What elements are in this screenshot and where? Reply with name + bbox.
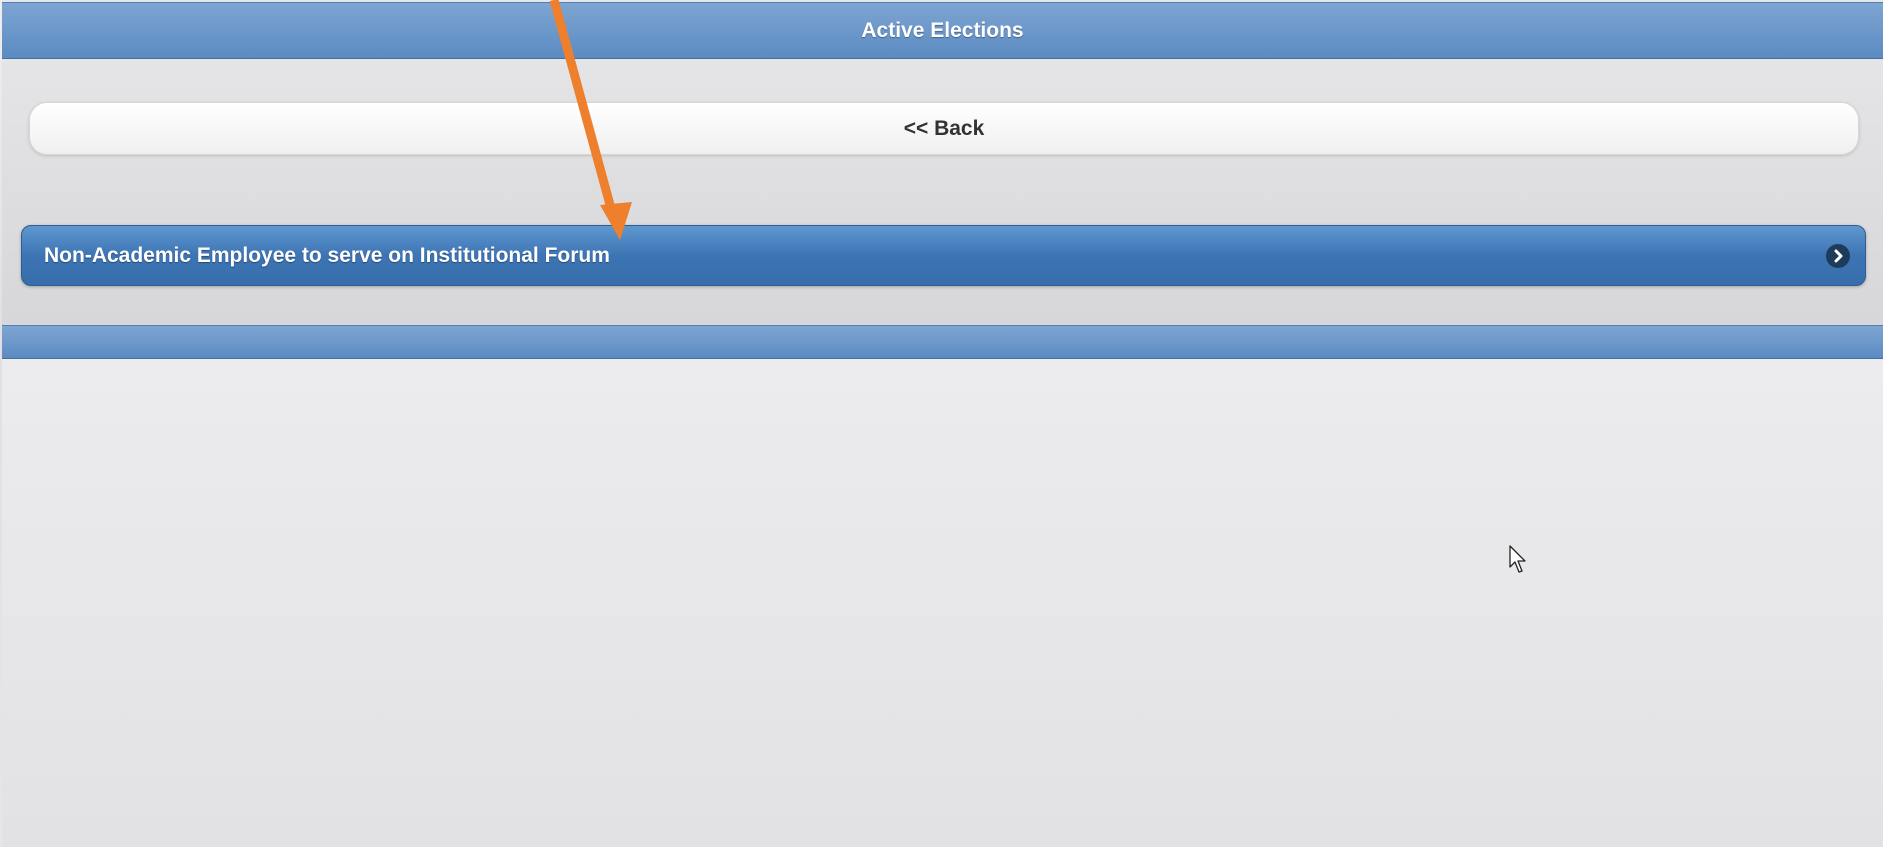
footer-bar (2, 325, 1883, 359)
back-button[interactable]: << Back (29, 102, 1859, 155)
election-list-item[interactable]: Non-Academic Employee to serve on Instit… (21, 225, 1866, 286)
page-title: Active Elections (861, 18, 1024, 42)
content-area (2, 359, 1883, 847)
header-bar: Active Elections (2, 2, 1883, 59)
chevron-right-icon (1826, 243, 1850, 268)
page-background: Active Elections << Back Non-Academic Em… (2, 0, 1883, 847)
back-button-label: << Back (903, 116, 985, 140)
election-item-label: Non-Academic Employee to serve on Instit… (44, 243, 610, 267)
